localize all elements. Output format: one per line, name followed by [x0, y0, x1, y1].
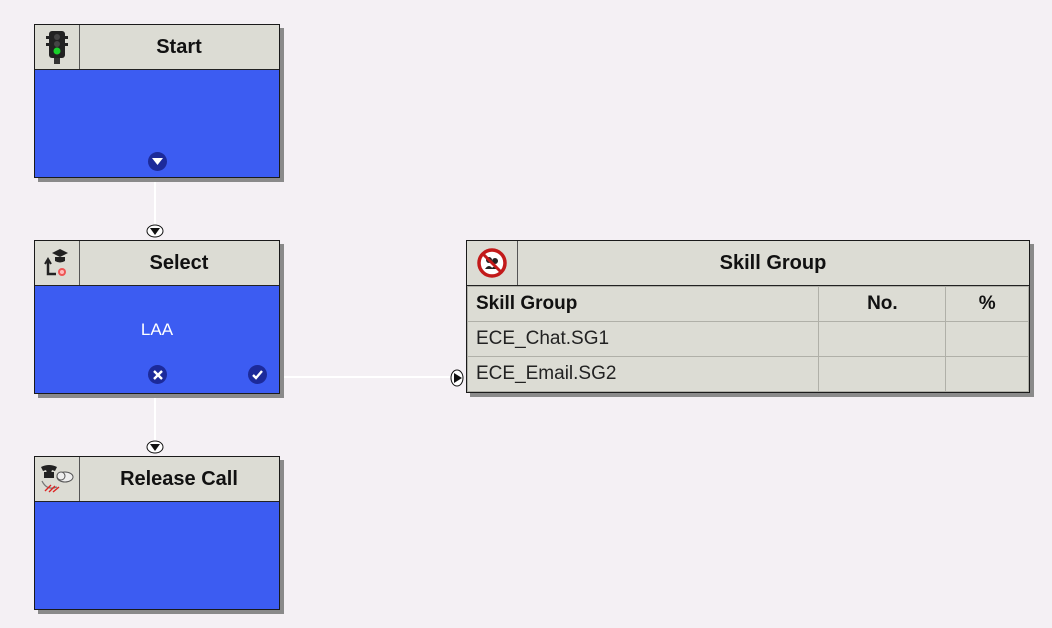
select-node[interactable]: Select LAA: [34, 240, 280, 394]
column-header-skill-group: Skill Group: [466, 286, 820, 322]
table-row[interactable]: ECE_Chat.SG1: [466, 321, 1029, 357]
skill-group-node-title: Skill Group: [719, 252, 827, 274]
table-row[interactable]: ECE_Email.SG2: [466, 356, 1029, 392]
start-node-title: Start: [156, 36, 202, 58]
skill-group-table: Skill Group No. % ECE_Chat.SG1 ECE_Email…: [466, 286, 1029, 392]
connector-arrow-select-in[interactable]: [146, 224, 164, 238]
release-call-node-body: [35, 502, 279, 609]
select-target-label: LAA: [140, 320, 174, 339]
release-call-node[interactable]: Release Call: [34, 456, 280, 610]
connection-select-to-release: [154, 394, 156, 442]
select-failure-port-icon[interactable]: [148, 365, 167, 384]
table-header-row: Skill Group No. %: [466, 286, 1029, 322]
start-output-port-icon[interactable]: [148, 152, 167, 171]
skill-group-node[interactable]: Skill Group Skill Group No. % ECE_Chat.S…: [466, 240, 1030, 393]
select-success-port-icon[interactable]: [248, 365, 267, 384]
column-header-percent: %: [945, 286, 1029, 322]
select-node-body: LAA: [35, 286, 279, 393]
skill-group-node-header[interactable]: Skill Group: [467, 241, 1029, 286]
select-node-icon: [35, 241, 80, 285]
connector-arrow-release-in[interactable]: [146, 440, 164, 454]
connector-arrow-skill-group-in[interactable]: [450, 369, 464, 387]
skill-group-percent-cell[interactable]: [945, 356, 1029, 392]
release-call-phone-icon: [35, 457, 80, 501]
skill-group-number-cell[interactable]: [818, 356, 947, 392]
skill-group-no-entry-icon: [467, 241, 518, 285]
skill-group-number-cell[interactable]: [818, 321, 947, 357]
select-node-header[interactable]: Select: [35, 241, 279, 286]
start-node-body: [35, 70, 279, 177]
traffic-light-icon: [35, 25, 80, 69]
connection-select-to-skill-group: [280, 376, 456, 378]
column-header-number: No.: [818, 286, 947, 322]
skill-group-name-cell[interactable]: ECE_Chat.SG1: [466, 321, 820, 357]
skill-group-name-cell[interactable]: ECE_Email.SG2: [466, 356, 820, 392]
skill-group-percent-cell[interactable]: [945, 321, 1029, 357]
release-call-node-header[interactable]: Release Call: [35, 457, 279, 502]
release-call-node-title: Release Call: [120, 468, 238, 490]
connection-start-to-select: [154, 178, 156, 226]
start-node-header[interactable]: Start: [35, 25, 279, 70]
start-node[interactable]: Start: [34, 24, 280, 178]
script-canvas: Start Select LAA Release Call Skill Grou…: [0, 0, 1052, 628]
select-node-title: Select: [149, 252, 209, 274]
